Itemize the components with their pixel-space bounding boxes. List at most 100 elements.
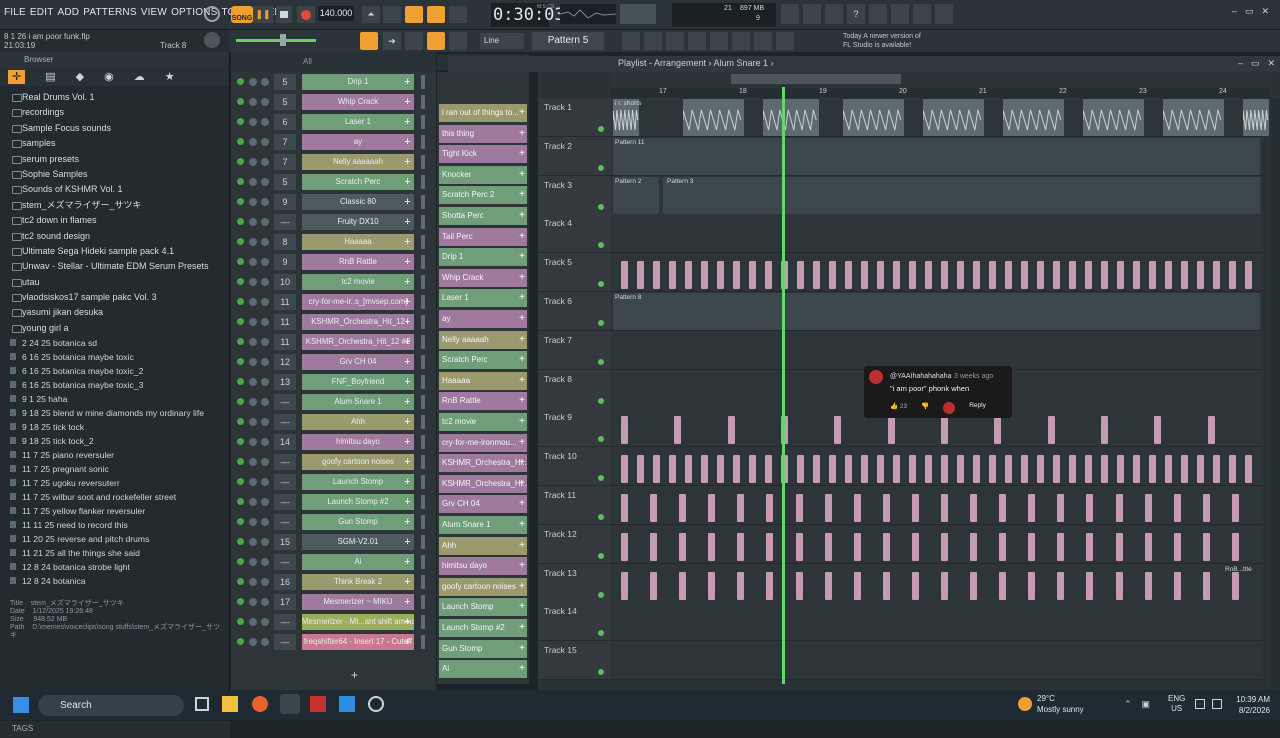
channel-pan-knob[interactable] — [249, 358, 257, 366]
channel-select-bar[interactable] — [421, 215, 425, 229]
browser-folder[interactable]: serum presets — [0, 152, 229, 167]
channel-row[interactable]: 9 RnB Rattle + — [231, 252, 436, 272]
sample-clip[interactable] — [941, 571, 948, 600]
browser-file[interactable]: 2 24 25 botanica sd — [0, 336, 229, 350]
channel-row[interactable]: — Gun Stomp + — [231, 512, 436, 532]
sample-clip[interactable] — [1085, 455, 1092, 484]
channel-mixer-track[interactable]: — — [274, 514, 296, 530]
channel-select-bar[interactable] — [421, 395, 425, 409]
track-header[interactable]: Track 1 — [538, 98, 611, 137]
picker-add-icon[interactable]: + — [519, 619, 525, 637]
channel-mixer-track[interactable]: — — [274, 414, 296, 430]
channel-pan-knob[interactable] — [249, 598, 257, 606]
plugin-db-icon[interactable]: ◆ — [76, 70, 84, 84]
channel-row[interactable]: 5 Whip Crack + — [231, 92, 436, 112]
channel-row[interactable]: — Alum Snare 1 + — [231, 392, 436, 412]
channel-add-icon[interactable]: + — [401, 554, 414, 570]
picker-add-icon[interactable]: + — [519, 434, 525, 452]
sample-clip[interactable] — [669, 261, 676, 290]
channel-add-icon[interactable]: + — [401, 174, 414, 190]
channel-name-button[interactable]: Scratch Perc — [302, 174, 414, 190]
picker-item[interactable]: Alum Snare 1 + — [439, 516, 527, 534]
sample-clip[interactable] — [1057, 571, 1064, 600]
browser-folder[interactable]: yasumi jikan desuka — [0, 305, 229, 320]
files-icon[interactable]: ▤ — [45, 70, 55, 84]
sample-clip[interactable] — [708, 494, 715, 522]
channel-row[interactable]: — Launch Stomp + — [231, 472, 436, 492]
channel-add-icon[interactable]: + — [401, 514, 414, 530]
sample-clip[interactable] — [1229, 261, 1236, 290]
sample-clip[interactable] — [621, 532, 628, 561]
firefox-icon[interactable] — [252, 696, 268, 712]
browser-folder[interactable]: samples — [0, 136, 229, 151]
playlist-minimize-icon[interactable]: – — [1238, 58, 1243, 69]
channel-mixer-track[interactable]: — — [274, 454, 296, 470]
language-indicator[interactable]: ENG US — [1168, 694, 1185, 714]
browser-folder[interactable]: Real Drums Vol. 1 — [0, 90, 229, 105]
channel-volume-knob[interactable] — [261, 338, 269, 346]
track-lane[interactable] — [611, 253, 1262, 293]
browser-file[interactable]: 9 18 25 tick tock_2 — [0, 434, 229, 448]
channel-select-bar[interactable] — [421, 255, 425, 269]
minimize-icon[interactable]: – — [1232, 6, 1237, 17]
menu-patterns[interactable]: PATTERNS — [83, 7, 136, 18]
sample-clip[interactable] — [825, 532, 832, 561]
channel-volume-knob[interactable] — [261, 78, 269, 86]
track-mute-led[interactable] — [598, 320, 604, 326]
clock[interactable]: 10:39 AM 8/2/2026 — [1230, 694, 1270, 716]
pattern-selector[interactable]: Pattern 5 — [532, 32, 604, 50]
rack-filter-label[interactable]: All — [303, 57, 312, 66]
channel-name-button[interactable]: FNF_Boyfriend — [302, 374, 414, 390]
sample-clip[interactable] — [766, 571, 773, 600]
channel-row[interactable]: — goofy cartoon noises + — [231, 452, 436, 472]
channel-mixer-track[interactable]: 13 — [274, 374, 296, 390]
channel-row[interactable]: 11 KSHMR_Orchestra_Hit_12 #2 + — [231, 332, 436, 352]
channel-volume-knob[interactable] — [261, 518, 269, 526]
sample-clip[interactable] — [1213, 261, 1220, 290]
channel-pan-knob[interactable] — [249, 518, 257, 526]
sample-clip[interactable] — [1086, 494, 1093, 522]
sample-clip[interactable] — [912, 532, 919, 561]
fl-studio-icon[interactable] — [280, 694, 300, 714]
bar-ruler[interactable]: 17 18 19 20 21 22 23 24 — [611, 88, 1271, 98]
metronome-icon[interactable]: ⏶ — [362, 6, 380, 23]
sample-clip[interactable] — [708, 532, 715, 561]
browser-folder[interactable]: Sophie Samples — [0, 167, 229, 182]
channel-row[interactable]: — freqshifter64 - Insert 17 - Cutoff + — [231, 632, 436, 652]
sample-clip[interactable] — [733, 455, 740, 484]
channel-row[interactable]: — Ahh + — [231, 412, 436, 432]
track-lane[interactable]: Pattern 11 — [611, 136, 1262, 176]
sample-clip[interactable] — [941, 416, 948, 445]
channel-mute-led[interactable] — [237, 258, 244, 265]
sample-clip[interactable] — [796, 571, 803, 600]
sample-clip[interactable] — [1037, 455, 1044, 484]
sample-clip[interactable] — [701, 261, 708, 290]
channel-pan-knob[interactable] — [249, 478, 257, 486]
audio-clip[interactable] — [1163, 99, 1224, 136]
taskbar-search[interactable]: Search — [38, 695, 184, 716]
browser-folder[interactable]: Sounds of KSHMR Vol. 1 — [0, 182, 229, 197]
channel-mute-led[interactable] — [237, 98, 244, 105]
snap-select[interactable]: Line — [480, 33, 524, 49]
sample-clip[interactable] — [728, 416, 735, 445]
channel-name-button[interactable]: Gun Stomp — [302, 514, 414, 530]
playlist-maximize-icon[interactable]: ▭ — [1251, 58, 1260, 69]
audio-clip[interactable] — [663, 176, 1260, 214]
channel-add-icon[interactable]: + — [401, 334, 414, 350]
track-lane[interactable]: Pattern 2 Pattern 3 — [611, 175, 1262, 215]
sample-clip[interactable] — [717, 261, 724, 290]
sample-clip[interactable] — [1005, 455, 1012, 484]
picker-item[interactable]: ay + — [439, 310, 527, 328]
restore-icon[interactable] — [781, 4, 799, 24]
dislike-icon[interactable]: 👎 — [921, 402, 929, 414]
sample-clip[interactable] — [733, 261, 740, 290]
picker-add-icon[interactable]: + — [519, 475, 525, 493]
sample-clip[interactable] — [621, 261, 628, 290]
channel-volume-knob[interactable] — [261, 638, 269, 646]
channel-mute-led[interactable] — [237, 458, 244, 465]
picker-item[interactable]: himitsu dayo + — [439, 557, 527, 576]
track-mute-led[interactable] — [598, 164, 604, 171]
picker-add-icon[interactable]: + — [519, 166, 525, 184]
sample-clip[interactable] — [685, 261, 692, 290]
track-header[interactable]: Track 14 — [538, 602, 611, 642]
